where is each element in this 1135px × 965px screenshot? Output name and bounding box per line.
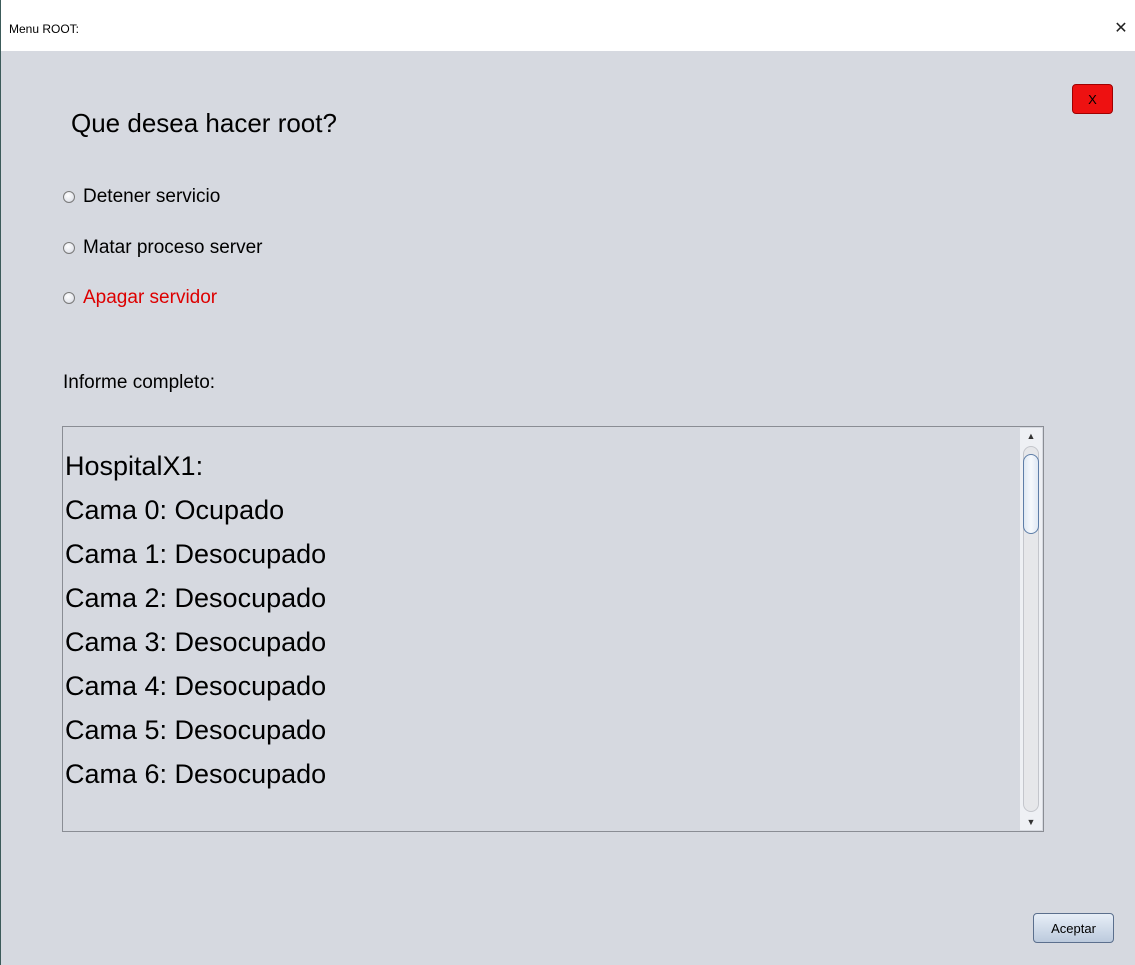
report-text-area[interactable]: HospitalX1: Cama 0: Ocupado Cama 1: Deso…	[62, 426, 1044, 832]
report-line: Cama 4: Desocupado	[65, 671, 327, 701]
radio-button-icon[interactable]	[63, 242, 75, 254]
scroll-up-arrow-icon[interactable]: ▲	[1020, 428, 1042, 444]
report-line: HospitalX1:	[65, 451, 204, 481]
red-close-button-label: X	[1088, 91, 1097, 107]
report-line: Cama 3: Desocupado	[65, 627, 327, 657]
report-text: HospitalX1: Cama 0: Ocupado Cama 1: Deso…	[65, 427, 1015, 796]
report-label: Informe completo:	[63, 372, 216, 393]
report-line: Cama 6: Desocupado	[65, 759, 327, 789]
radio-matar-proceso-server[interactable]: Matar proceso server	[63, 237, 263, 259]
report-line: Cama 2: Desocupado	[65, 583, 327, 613]
accept-button[interactable]: Aceptar	[1033, 913, 1114, 943]
dialog-window: Menu ROOT: ✕ X Que desea hacer root? Det…	[0, 0, 1135, 965]
radio-button-icon[interactable]	[63, 191, 75, 203]
vertical-scrollbar[interactable]: ▲ ▼	[1020, 428, 1042, 830]
radio-button-icon[interactable]	[63, 292, 75, 304]
scroll-thumb[interactable]	[1023, 454, 1039, 534]
window-close-button[interactable]: ✕	[1106, 10, 1135, 46]
scroll-down-arrow-icon[interactable]: ▼	[1020, 814, 1042, 830]
title-bar: Menu ROOT: ✕	[1, 0, 1135, 51]
report-line: Cama 5: Desocupado	[65, 715, 327, 745]
radio-label: Apagar servidor	[83, 287, 218, 308]
radio-detener-servicio[interactable]: Detener servicio	[63, 186, 220, 208]
red-close-button[interactable]: X	[1072, 84, 1113, 114]
radio-label: Detener servicio	[83, 186, 221, 207]
page-title: Que desea hacer root?	[71, 108, 337, 138]
close-icon: ✕	[1114, 20, 1128, 37]
accept-button-label: Aceptar	[1051, 920, 1096, 936]
report-line: Cama 1: Desocupado	[65, 539, 327, 569]
radio-apagar-servidor[interactable]: Apagar servidor	[63, 287, 217, 309]
window-title: Menu ROOT:	[9, 22, 80, 36]
report-line: Cama 0: Ocupado	[65, 495, 285, 525]
radio-label: Matar proceso server	[83, 237, 263, 258]
